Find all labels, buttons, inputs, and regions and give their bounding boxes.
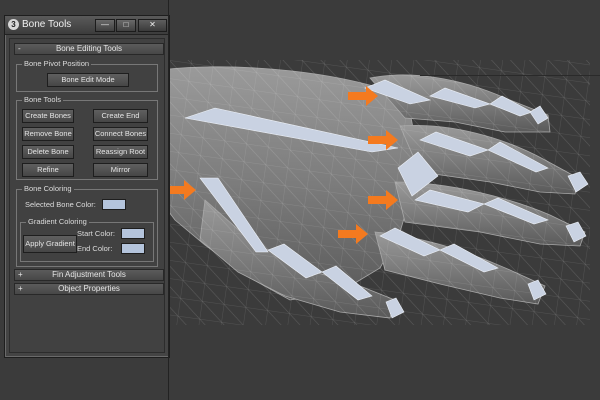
mirror-button[interactable]: Mirror xyxy=(93,163,148,177)
end-color-swatch[interactable] xyxy=(121,243,145,254)
group-label: Bone Tools xyxy=(22,95,63,104)
rollout-label: Bone Editing Tools xyxy=(55,44,123,53)
reassign-root-button[interactable]: Reassign Root xyxy=(93,145,148,159)
bone-tools-window[interactable]: 3 Bone Tools — □ ✕ - Bone Editing Tools … xyxy=(4,15,170,358)
group-bone-tools: Bone Tools Create Bones Create End Remov… xyxy=(16,95,158,180)
collapse-icon: - xyxy=(18,44,21,53)
app-logo-icon: 3 xyxy=(8,19,19,30)
window-content: - Bone Editing Tools Bone Pivot Position… xyxy=(9,38,165,353)
end-color-label: End Color: xyxy=(77,244,113,253)
apply-gradient-button[interactable]: Apply Gradient xyxy=(23,235,77,253)
delete-bone-button[interactable]: Delete Bone xyxy=(22,145,74,159)
selected-bone-color-label: Selected Bone Color: xyxy=(25,200,96,209)
start-color-label: Start Color: xyxy=(77,229,115,238)
minimize-button[interactable]: — xyxy=(95,19,115,32)
bone-edit-mode-button[interactable]: Bone Edit Mode xyxy=(47,73,129,87)
group-label: Bone Coloring xyxy=(22,184,74,193)
rollout-label: Fin Adjustment Tools xyxy=(52,270,126,279)
expand-icon: + xyxy=(18,284,23,293)
create-bones-button[interactable]: Create Bones xyxy=(22,109,74,123)
rollout-object-properties[interactable]: + Object Properties xyxy=(14,283,164,295)
rollout-label: Object Properties xyxy=(58,284,120,293)
group-bone-coloring: Bone Coloring Selected Bone Color: Gradi… xyxy=(16,184,158,267)
rollout-bone-editing-tools[interactable]: - Bone Editing Tools xyxy=(14,43,164,55)
group-bone-pivot-position: Bone Pivot Position Bone Edit Mode xyxy=(16,59,158,92)
selected-bone-color-swatch[interactable] xyxy=(102,199,126,210)
create-end-button[interactable]: Create End xyxy=(93,109,148,123)
window-edge-shadow xyxy=(168,0,169,400)
group-label: Gradient Coloring xyxy=(26,217,89,226)
window-title: Bone Tools xyxy=(22,19,72,30)
group-gradient-coloring: Gradient Coloring Apply Gradient Start C… xyxy=(20,217,154,262)
expand-icon: + xyxy=(18,270,23,279)
rollout-fin-adjustment-tools[interactable]: + Fin Adjustment Tools xyxy=(14,269,164,281)
remove-bone-button[interactable]: Remove Bone xyxy=(22,127,74,141)
connect-bones-button[interactable]: Connect Bones xyxy=(93,127,148,141)
group-label: Bone Pivot Position xyxy=(22,59,92,68)
viewport-grid-line xyxy=(420,75,600,76)
close-button[interactable]: ✕ xyxy=(138,19,167,32)
start-color-swatch[interactable] xyxy=(121,228,145,239)
refine-button[interactable]: Refine xyxy=(22,163,74,177)
window-titlebar[interactable]: 3 Bone Tools — □ ✕ xyxy=(5,16,169,35)
maximize-button[interactable]: □ xyxy=(116,19,136,32)
